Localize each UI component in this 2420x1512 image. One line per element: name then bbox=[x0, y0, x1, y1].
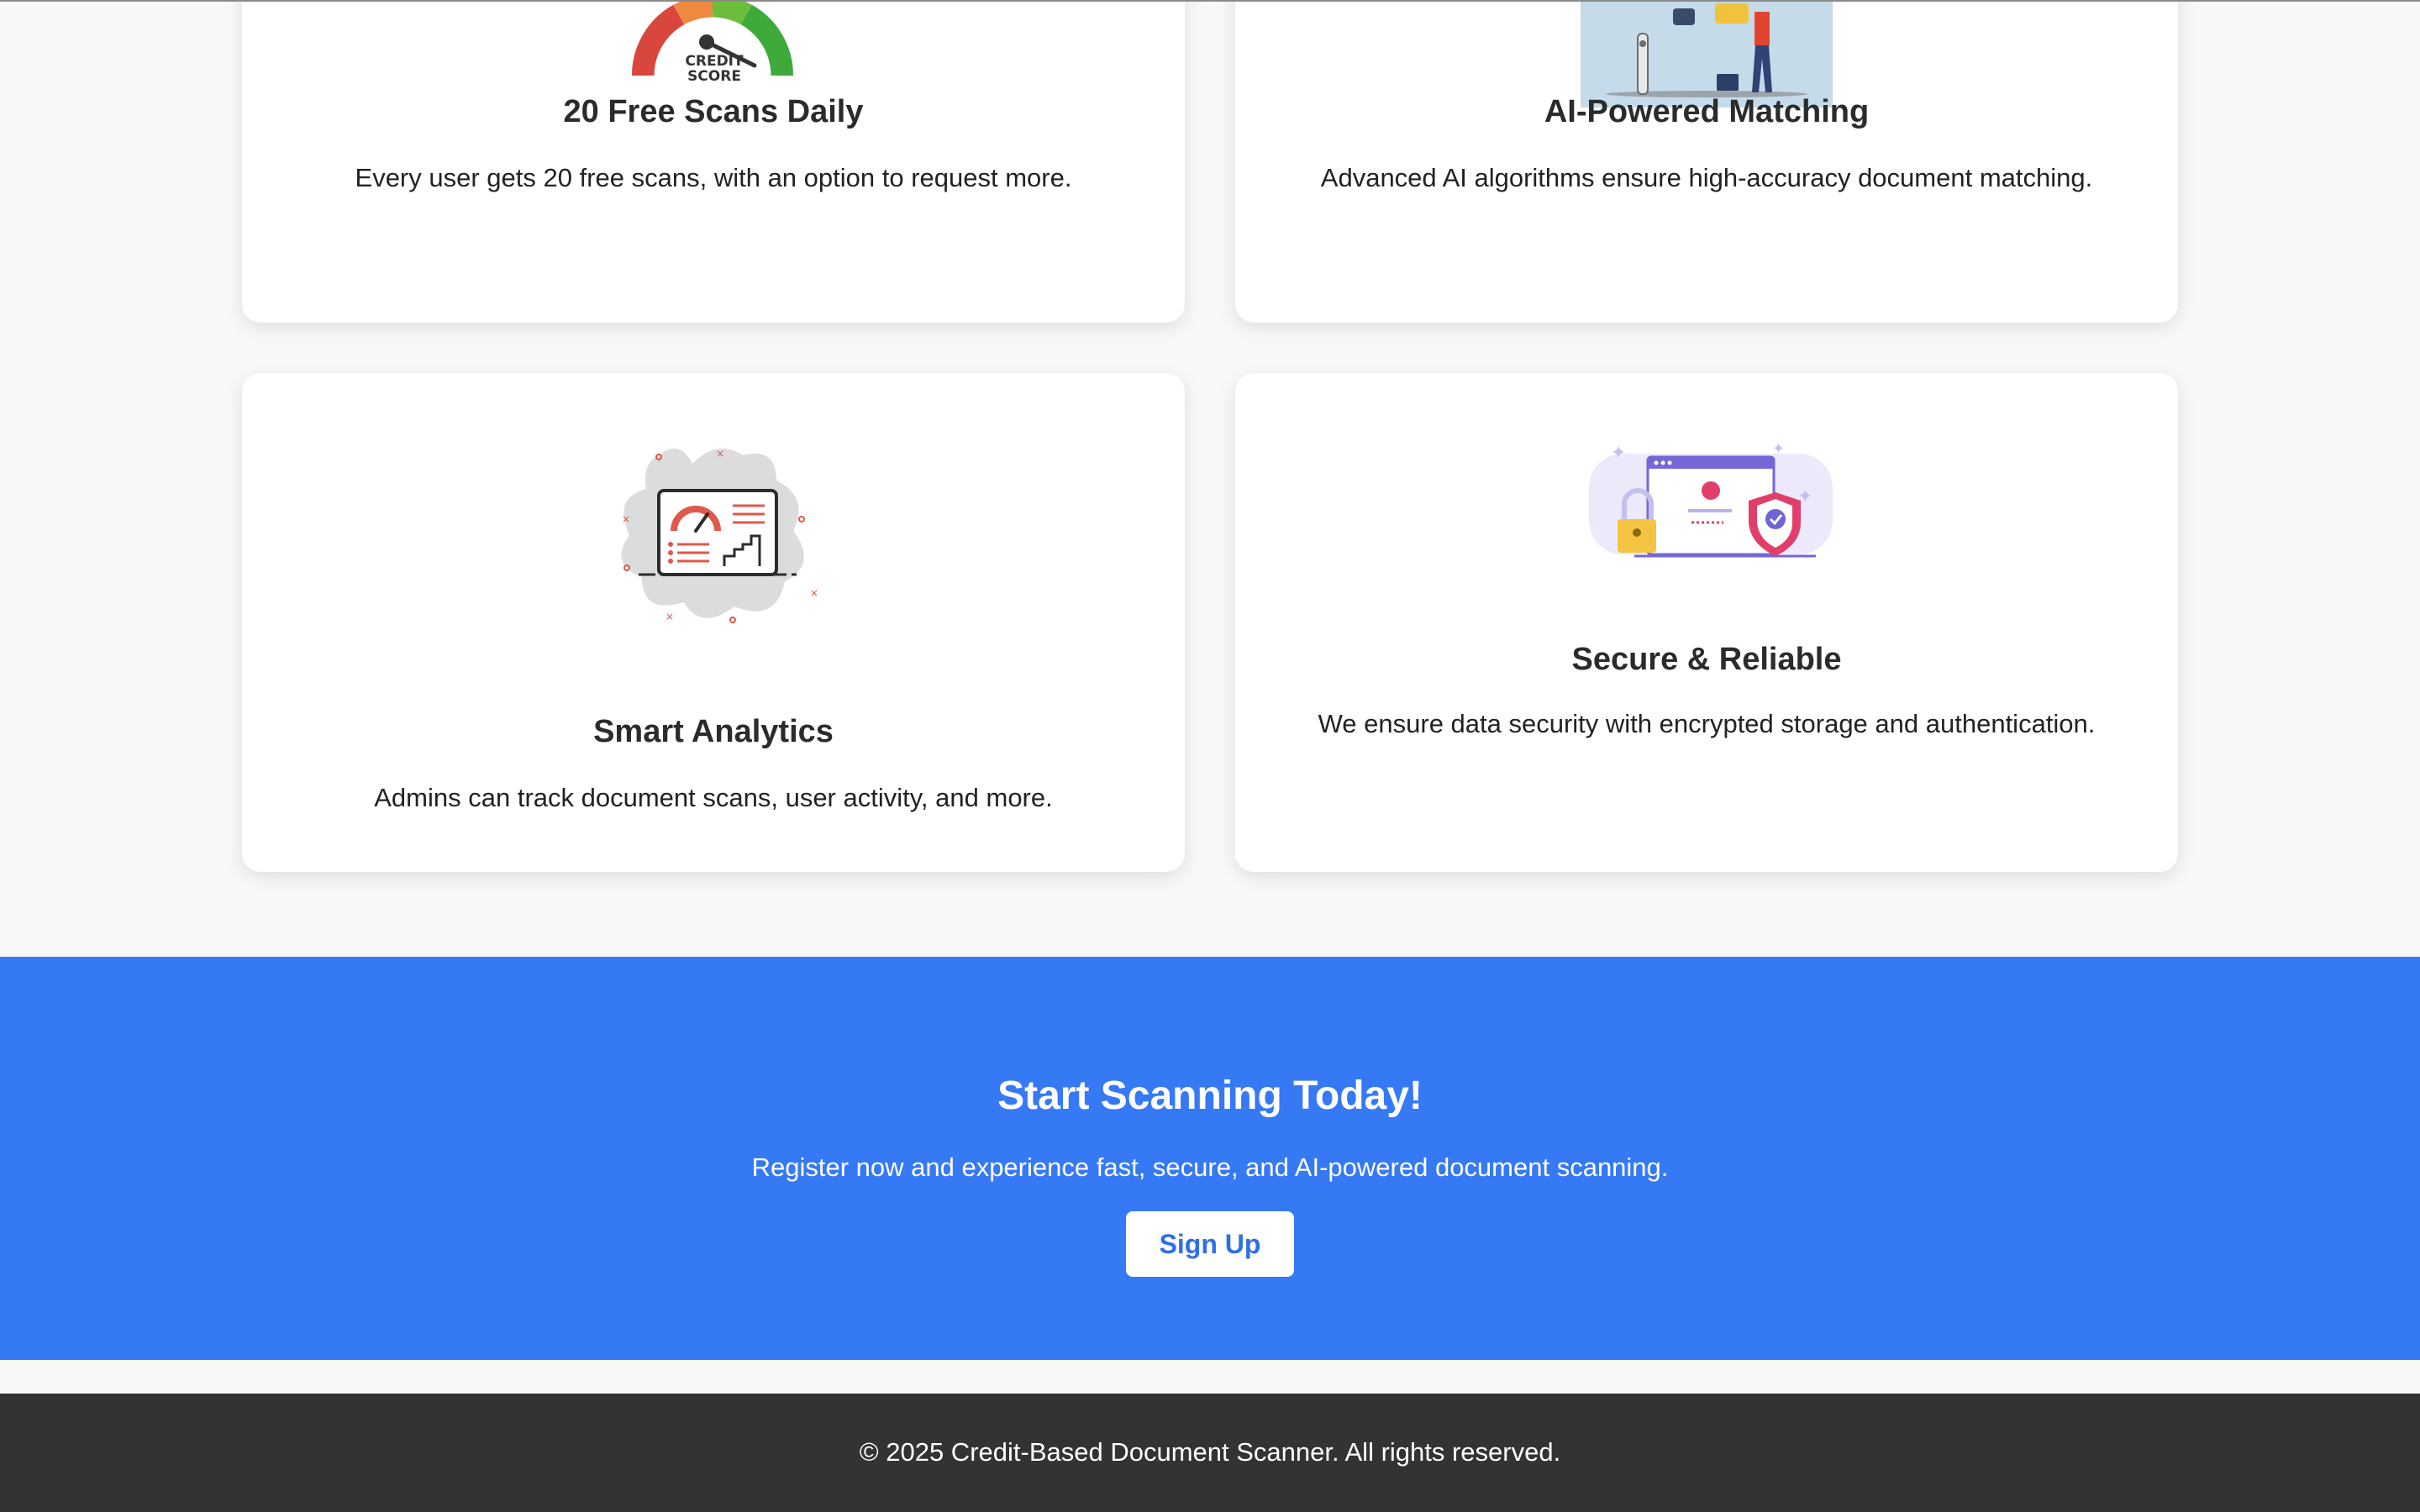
feature-description: Admins can track document scans, user ac… bbox=[374, 783, 1053, 812]
feature-description: Every user gets 20 free scans, with an o… bbox=[355, 163, 1072, 192]
feature-title: Secure & Reliable bbox=[1571, 642, 1842, 677]
feature-card-smart-analytics: × × × × Smart Analytics Admins can track… bbox=[242, 373, 1185, 872]
ai-robot-illustration-icon bbox=[1581, 0, 1833, 108]
footer-copyright: © 2025 Credit-Based Document Scanner. Al… bbox=[859, 1437, 1561, 1467]
security-shield-lock-icon: ✦ ✦ ✦ bbox=[1589, 440, 1833, 558]
svg-text:×: × bbox=[666, 611, 674, 622]
sign-up-button[interactable]: Sign Up bbox=[1126, 1211, 1294, 1277]
svg-text:CREDIT: CREDIT bbox=[685, 53, 744, 70]
feature-title: Smart Analytics bbox=[593, 714, 834, 749]
top-divider bbox=[0, 0, 2420, 2]
svg-text:✦: ✦ bbox=[1611, 443, 1626, 464]
svg-text:✦: ✦ bbox=[1772, 440, 1785, 458]
analytics-dashboard-icon: × × × × bbox=[621, 448, 818, 623]
cta-section: Start Scanning Today! Register now and e… bbox=[0, 957, 2420, 1360]
svg-text:×: × bbox=[622, 513, 630, 525]
feature-card-ai-matching: AI-Powered Matching Advanced AI algorith… bbox=[1235, 0, 2178, 323]
feature-card-secure-reliable: ✦ ✦ ✦ Secure & Reliable We ensure data s… bbox=[1235, 373, 2178, 872]
feature-card-free-scans: CREDIT SCORE 20 Free Scans Daily Every u… bbox=[242, 0, 1185, 323]
feature-title: 20 Free Scans Daily bbox=[563, 94, 864, 129]
cta-title: Start Scanning Today! bbox=[997, 1074, 1423, 1118]
svg-text:×: × bbox=[810, 587, 818, 599]
svg-text:✦: ✦ bbox=[1797, 486, 1812, 507]
footer: © 2025 Credit-Based Document Scanner. Al… bbox=[0, 1394, 2420, 1512]
feature-description: We ensure data security with encrypted s… bbox=[1318, 709, 2096, 738]
svg-text:×: × bbox=[716, 448, 724, 459]
feature-description: Advanced AI algorithms ensure high-accur… bbox=[1320, 163, 2093, 192]
credit-score-gauge-icon: CREDIT SCORE bbox=[631, 0, 794, 84]
cta-subtitle: Register now and experience fast, secure… bbox=[751, 1152, 1669, 1182]
feature-title: AI-Powered Matching bbox=[1544, 94, 1870, 129]
svg-text:SCORE: SCORE bbox=[687, 68, 741, 84]
